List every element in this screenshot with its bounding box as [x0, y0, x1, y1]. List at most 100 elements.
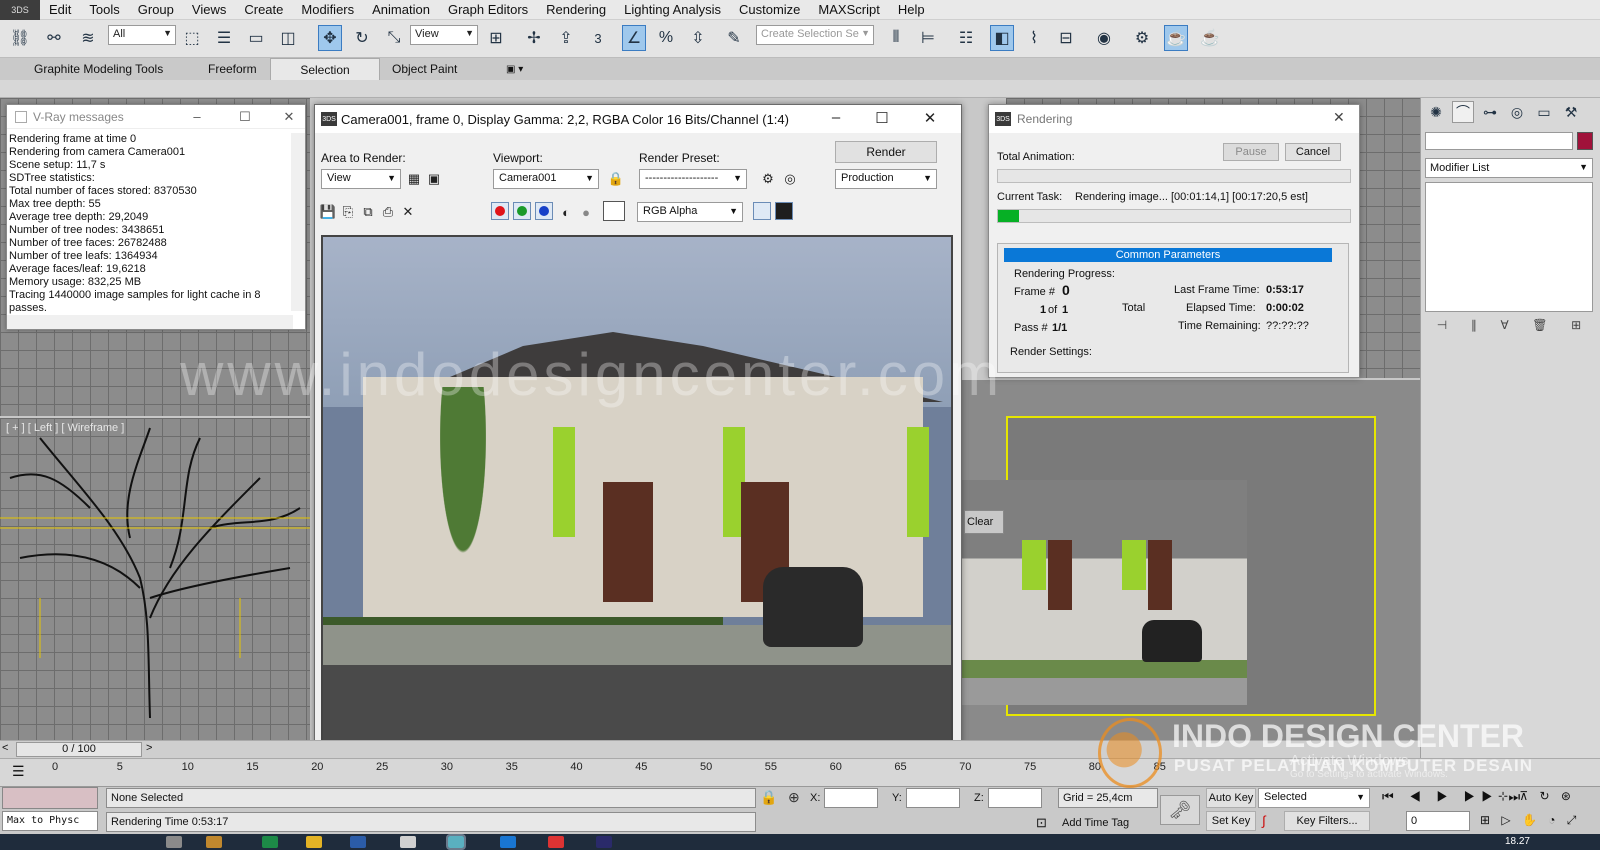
- taskbar-clock[interactable]: 18.27: [1505, 836, 1530, 847]
- time-slider-thumb[interactable]: 0 / 100: [16, 742, 142, 757]
- menu-item-animation[interactable]: Animation: [363, 2, 439, 17]
- viewport-camera[interactable]: Clear: [962, 380, 1420, 740]
- modifier-stack[interactable]: [1425, 182, 1593, 312]
- tab-object-paint[interactable]: Object Paint: [380, 58, 469, 80]
- maximize-icon[interactable]: ☐: [867, 109, 897, 127]
- select-manipulate-icon[interactable]: ✢: [522, 25, 546, 51]
- angle-snap-icon[interactable]: ∠: [622, 25, 646, 51]
- menu-item-group[interactable]: Group: [129, 2, 183, 17]
- green-channel-toggle[interactable]: [513, 202, 531, 220]
- utilities-tab-icon[interactable]: ⚒: [1560, 101, 1582, 123]
- minimize-icon[interactable]: –: [187, 109, 207, 124]
- pivot-center-icon[interactable]: ⊞: [484, 25, 508, 51]
- y-field[interactable]: [906, 788, 960, 808]
- taskbar-word-icon[interactable]: [350, 836, 366, 848]
- print-image-icon[interactable]: ⎙: [379, 203, 397, 221]
- swatch-icon[interactable]: [603, 201, 625, 221]
- spinner-snap-icon[interactable]: ⇳: [686, 25, 710, 51]
- menu-item-customize[interactable]: Customize: [730, 2, 809, 17]
- menu-item-tools[interactable]: Tools: [80, 2, 128, 17]
- common-parameters-header[interactable]: Common Parameters: [1004, 248, 1332, 262]
- menu-item-help[interactable]: Help: [889, 2, 934, 17]
- tab-selection[interactable]: Selection: [270, 58, 380, 80]
- make-unique-icon[interactable]: ∀: [1500, 318, 1508, 336]
- vertical-scrollbar[interactable]: [291, 133, 305, 311]
- selection-filter-dropdown[interactable]: All ▼: [108, 25, 176, 45]
- clear-button[interactable]: Clear: [964, 510, 1004, 534]
- schematic-view-icon[interactable]: ⊟: [1054, 25, 1078, 51]
- taskbar-app-icon[interactable]: [166, 836, 182, 848]
- mini-curve-editor-icon[interactable]: ☰: [12, 763, 25, 780]
- set-key-button[interactable]: Set Key: [1206, 811, 1256, 831]
- render-setup-icon[interactable]: ⚙: [759, 170, 777, 188]
- maximize-icon[interactable]: ☐: [235, 109, 255, 125]
- pause-button[interactable]: Pause: [1223, 143, 1279, 161]
- select-and-rotate-icon[interactable]: ↻: [350, 25, 374, 51]
- time-tag-icon[interactable]: ⊡: [1036, 815, 1047, 831]
- current-frame-field[interactable]: 0: [1406, 811, 1470, 831]
- toggle-ui-icon[interactable]: [775, 202, 793, 220]
- configure-modifier-sets-icon[interactable]: ⊞: [1571, 318, 1581, 336]
- clone-window-icon[interactable]: ⧉: [359, 203, 377, 221]
- menu-item-lighting-analysis[interactable]: Lighting Analysis: [615, 2, 730, 17]
- viewport-left[interactable]: [ + ] [ Left ] [ Wireframe ]: [0, 418, 310, 740]
- object-name-field[interactable]: [1425, 132, 1573, 150]
- menu-item-maxscript[interactable]: MAXScript: [809, 2, 888, 17]
- maxscript-listener-pink[interactable]: [2, 787, 98, 809]
- reference-coordinate-dropdown[interactable]: View ▼: [410, 25, 478, 45]
- edit-named-selection-icon[interactable]: ✎: [722, 25, 746, 51]
- tab-freeform[interactable]: Freeform: [196, 58, 269, 80]
- select-object-icon[interactable]: ⬚: [180, 25, 204, 51]
- hierarchy-tab-icon[interactable]: ⊶: [1479, 101, 1501, 123]
- curve-editor-icon[interactable]: ⌇: [1022, 25, 1046, 51]
- taskbar-app-icon[interactable]: [400, 836, 416, 848]
- percent-snap-icon[interactable]: %: [654, 25, 678, 51]
- channel-display-dropdown[interactable]: RGB Alpha ▼: [637, 202, 743, 222]
- align-icon[interactable]: ⊨: [916, 25, 940, 51]
- close-icon[interactable]: ✕: [1333, 109, 1345, 126]
- taskbar-excel-icon[interactable]: [262, 836, 278, 848]
- x-field[interactable]: [824, 788, 878, 808]
- toggle-ui-overlays-icon[interactable]: [753, 202, 771, 220]
- app-logo[interactable]: 3DS: [0, 0, 40, 20]
- select-and-move-icon[interactable]: ✥: [318, 25, 342, 51]
- minimize-icon[interactable]: –: [821, 109, 851, 126]
- production-dropdown[interactable]: Production ▼: [835, 169, 937, 189]
- rendered-frame-window-icon[interactable]: ☕: [1164, 25, 1188, 51]
- red-channel-toggle[interactable]: [491, 202, 509, 220]
- object-color-swatch[interactable]: [1577, 132, 1593, 150]
- key-icon[interactable]: 🗝: [1160, 795, 1200, 825]
- render-production-icon[interactable]: ☕: [1198, 25, 1222, 51]
- monochrome-icon[interactable]: ●: [577, 203, 595, 221]
- pin-stack-icon[interactable]: ⊣: [1437, 318, 1447, 336]
- select-and-scale-icon[interactable]: ⤡: [382, 25, 406, 51]
- absolute-mode-icon[interactable]: ⊕: [788, 789, 800, 806]
- render-preset-dropdown[interactable]: -------------------- ▼: [639, 169, 747, 189]
- menu-item-modifiers[interactable]: Modifiers: [292, 2, 363, 17]
- auto-region-icon[interactable]: ▣: [425, 170, 443, 188]
- environment-effects-icon[interactable]: ◎: [781, 170, 799, 188]
- snaps-toggle-icon[interactable]: 3: [586, 25, 610, 51]
- remove-modifier-icon[interactable]: 🗑: [1532, 318, 1547, 336]
- motion-tab-icon[interactable]: ◎: [1506, 101, 1528, 123]
- slider-next-icon[interactable]: >: [146, 742, 152, 754]
- add-time-tag[interactable]: Add Time Tag: [1062, 817, 1129, 829]
- z-field[interactable]: [988, 788, 1042, 808]
- show-end-result-icon[interactable]: ∥: [1471, 318, 1477, 336]
- render-button[interactable]: Render: [835, 141, 937, 163]
- select-and-link-icon[interactable]: ⛓: [8, 25, 32, 51]
- close-icon[interactable]: ✕: [279, 109, 299, 125]
- edit-region-icon[interactable]: ▦: [405, 170, 423, 188]
- lock-icon[interactable]: 🔒: [607, 170, 625, 188]
- copy-image-icon[interactable]: ⎘: [339, 203, 357, 221]
- material-editor-icon[interactable]: ◉: [1092, 25, 1116, 51]
- menu-item-create[interactable]: Create: [235, 2, 292, 17]
- taskbar-3dsmax-icon[interactable]: [446, 834, 466, 850]
- bind-space-warp-icon[interactable]: ≋: [76, 25, 100, 51]
- taskbar-chrome-icon[interactable]: [548, 836, 564, 848]
- key-filters-button[interactable]: Key Filters...: [1284, 811, 1370, 831]
- render-setup-icon[interactable]: ⚙: [1130, 25, 1154, 51]
- maxscript-mini-listener[interactable]: Max to Physc: [2, 811, 98, 831]
- cancel-button[interactable]: Cancel: [1285, 143, 1341, 161]
- horizontal-scrollbar[interactable]: [7, 315, 293, 329]
